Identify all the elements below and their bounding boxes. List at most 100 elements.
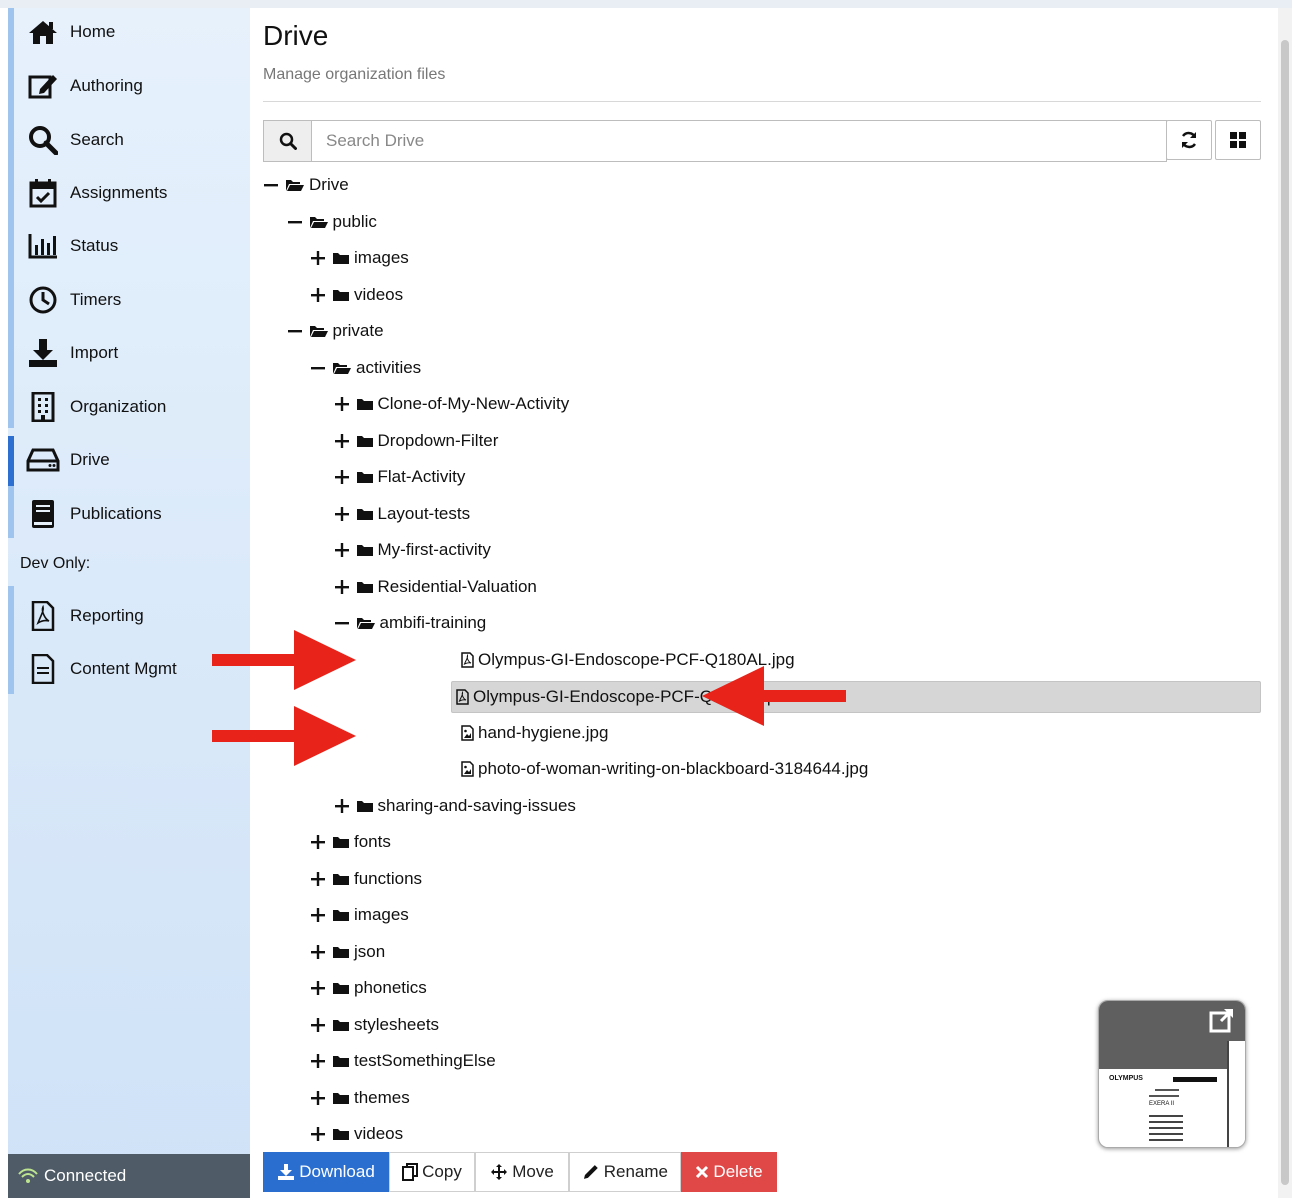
refresh-button[interactable]	[1166, 120, 1212, 160]
hard-drive-icon	[26, 443, 60, 477]
folder-icon	[356, 543, 374, 557]
pdf-file-icon	[26, 599, 60, 633]
refresh-icon	[1181, 131, 1197, 149]
tree-node-label: themes	[354, 1087, 410, 1107]
folder-open-icon	[285, 178, 305, 192]
tree-folder-node[interactable]: phonetics	[310, 973, 427, 1003]
move-button[interactable]: Move	[475, 1152, 569, 1192]
scrollbar-thumb[interactable]	[1281, 40, 1289, 1185]
sidebar-item-content-mgmt[interactable]: Content Mgmt	[26, 649, 177, 689]
tree-folder-node[interactable]: Residential-Valuation	[334, 572, 537, 602]
expand-toggle-icon[interactable]	[334, 433, 350, 449]
expand-toggle-icon[interactable]	[310, 980, 326, 996]
tree-file-node[interactable]: hand-hygiene.jpg	[461, 718, 608, 748]
tree-folder-node[interactable]: Flat-Activity	[334, 462, 465, 492]
grid-view-button[interactable]	[1215, 120, 1261, 160]
tree-folder-node[interactable]: functions	[310, 864, 422, 894]
sidebar-item-reporting[interactable]: Reporting	[26, 596, 144, 636]
tree-folder-node[interactable]: testSomethingElse	[310, 1046, 496, 1076]
tree-folder-node[interactable]: Layout-tests	[334, 499, 470, 529]
tree-folder-node[interactable]: private	[287, 316, 384, 346]
copy-button[interactable]: Copy	[389, 1152, 475, 1192]
sidebar-item-assignments[interactable]: Assignments	[26, 173, 167, 213]
sidebar-item-search[interactable]: Search	[26, 120, 124, 160]
sidebar-item-drive[interactable]: Drive	[26, 440, 110, 480]
tree-folder-node[interactable]: themes	[310, 1083, 410, 1113]
folder-icon	[332, 908, 350, 922]
delete-button[interactable]: Delete	[681, 1152, 777, 1192]
expand-toggle-icon[interactable]	[310, 871, 326, 887]
move-icon	[491, 1164, 508, 1180]
page-title: Drive	[263, 20, 329, 51]
tree-node-label: json	[354, 941, 386, 961]
expand-toggle-icon[interactable]	[310, 1017, 326, 1033]
sidebar-item-publications[interactable]: Publications	[26, 494, 162, 534]
expand-toggle-icon[interactable]	[334, 469, 350, 485]
file-preview-thumbnail[interactable]: OLYMPUS EXERA II	[1098, 1000, 1246, 1148]
bar-chart-icon	[26, 229, 60, 263]
expand-toggle-icon[interactable]	[334, 798, 350, 814]
tree-folder-node[interactable]: stylesheets	[310, 1010, 439, 1040]
sidebar-item-organization[interactable]: Organization	[26, 387, 166, 427]
tree-node-label: testSomethingElse	[354, 1051, 496, 1070]
tree-folder-node[interactable]: images	[310, 900, 409, 930]
tree-folder-node[interactable]: videos	[310, 280, 403, 310]
tree-folder-node[interactable]: videos	[310, 1119, 403, 1149]
sidebar-item-status[interactable]: Status	[26, 226, 118, 266]
search-button[interactable]	[264, 121, 312, 161]
tree-folder-node[interactable]: fonts	[310, 827, 391, 857]
folder-open-icon	[309, 215, 329, 229]
collapse-toggle-icon[interactable]	[263, 177, 279, 193]
expand-toggle-icon[interactable]	[310, 1126, 326, 1142]
tree-file-node[interactable]: Olympus-GI-Endoscope-PCF-Q180AL.pdf	[451, 681, 1261, 713]
rename-button[interactable]: Rename	[569, 1152, 681, 1192]
tree-node-label: images	[354, 248, 409, 267]
collapse-toggle-icon[interactable]	[287, 323, 303, 339]
expand-toggle-icon[interactable]	[310, 834, 326, 850]
download-icon	[26, 336, 60, 370]
sidebar-item-label: Drive	[70, 450, 110, 469]
tree-folder-node[interactable]: activities	[310, 353, 421, 383]
pdf-file-icon	[456, 689, 469, 705]
clock-icon	[26, 283, 60, 317]
collapse-toggle-icon[interactable]	[287, 214, 303, 230]
expand-toggle-icon[interactable]	[334, 579, 350, 595]
folder-icon	[356, 434, 374, 448]
expand-toggle-icon[interactable]	[334, 506, 350, 522]
tree-folder-node[interactable]: Clone-of-My-New-Activity	[334, 389, 569, 419]
expand-toggle-icon[interactable]	[310, 287, 326, 303]
tree-node-label: functions	[354, 868, 423, 888]
sidebar-item-timers[interactable]: Timers	[26, 280, 121, 320]
download-button[interactable]: Download	[263, 1152, 389, 1192]
sidebar-item-authoring[interactable]: Authoring	[26, 66, 143, 106]
expand-toggle-icon[interactable]	[310, 1053, 326, 1069]
tree-folder-node[interactable]: sharing-and-saving-issues	[334, 791, 576, 821]
home-icon	[26, 15, 60, 49]
sidebar-item-import[interactable]: Import	[26, 333, 118, 373]
expand-toggle-icon[interactable]	[310, 250, 326, 266]
sidebar-item-home[interactable]: Home	[26, 12, 115, 52]
expand-toggle-icon[interactable]	[334, 542, 350, 558]
page-subtitle: Manage organization files	[263, 66, 446, 83]
tree-node-label: images	[354, 905, 409, 924]
tree-file-node[interactable]: photo-of-woman-writing-on-blackboard-318…	[461, 754, 868, 784]
expand-toggle-icon[interactable]	[310, 944, 326, 960]
search-input[interactable]	[312, 121, 1166, 161]
tree-folder-node[interactable]: Drive	[263, 170, 349, 200]
tree-folder-node[interactable]: Dropdown-Filter	[334, 426, 498, 456]
open-external-icon[interactable]	[1209, 1007, 1235, 1038]
collapse-toggle-icon[interactable]	[310, 360, 326, 376]
tree-folder-node[interactable]: json	[310, 937, 385, 967]
folder-open-icon	[356, 616, 376, 630]
expand-toggle-icon[interactable]	[310, 907, 326, 923]
tree-node-label: Residential-Valuation	[377, 576, 537, 596]
tree-folder-node[interactable]: public	[287, 207, 377, 237]
sidebar-item-label: Authoring	[70, 76, 143, 95]
tree-folder-node[interactable]: images	[310, 243, 409, 273]
preview-line	[1155, 1089, 1179, 1091]
expand-toggle-icon[interactable]	[310, 1090, 326, 1106]
tree-folder-node[interactable]: My-first-activity	[334, 535, 491, 565]
download-icon	[278, 1164, 295, 1180]
expand-toggle-icon[interactable]	[334, 396, 350, 412]
download-label: Download	[299, 1162, 375, 1181]
